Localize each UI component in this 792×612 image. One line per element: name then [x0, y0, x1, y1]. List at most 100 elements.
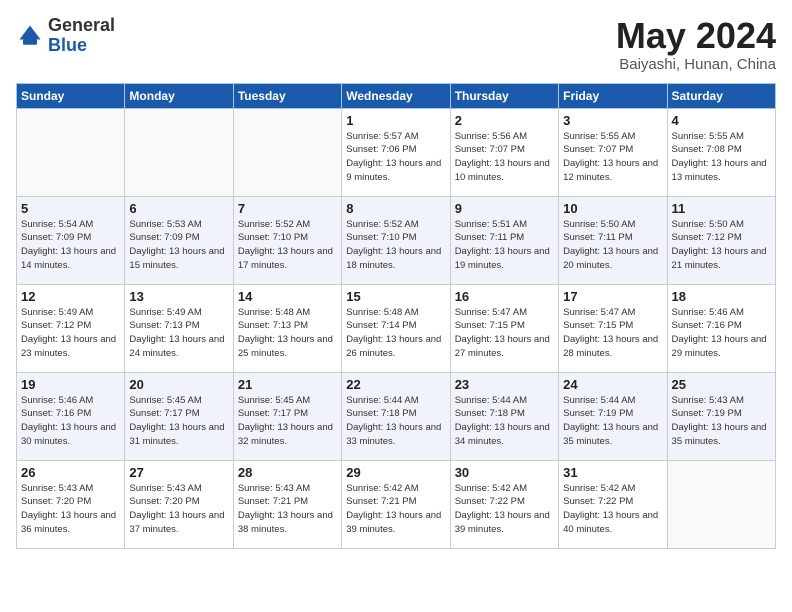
day-number: 12: [21, 289, 120, 304]
day-info: Sunrise: 5:51 AM Sunset: 7:11 PM Dayligh…: [455, 218, 554, 273]
calendar-cell: 7 Sunrise: 5:52 AM Sunset: 7:10 PM Daylig…: [233, 196, 341, 284]
weekday-header: Saturday: [667, 83, 775, 108]
calendar-cell: 14 Sunrise: 5:48 AM Sunset: 7:13 PM Dayli…: [233, 284, 341, 372]
calendar-cell: 31 Sunrise: 5:42 AM Sunset: 7:22 PM Dayli…: [559, 460, 667, 548]
day-number: 18: [672, 289, 771, 304]
page-header: General Blue May 2024 Baiyashi, Hunan, C…: [16, 16, 776, 73]
day-info: Sunrise: 5:43 AM Sunset: 7:21 PM Dayligh…: [238, 482, 337, 537]
day-number: 25: [672, 377, 771, 392]
day-info: Sunrise: 5:42 AM Sunset: 7:22 PM Dayligh…: [563, 482, 662, 537]
calendar-cell: 24 Sunrise: 5:44 AM Sunset: 7:19 PM Dayli…: [559, 372, 667, 460]
day-info: Sunrise: 5:46 AM Sunset: 7:16 PM Dayligh…: [21, 394, 120, 449]
calendar-cell: 22 Sunrise: 5:44 AM Sunset: 7:18 PM Dayli…: [342, 372, 450, 460]
calendar-cell: [667, 460, 775, 548]
day-number: 24: [563, 377, 662, 392]
day-info: Sunrise: 5:52 AM Sunset: 7:10 PM Dayligh…: [238, 218, 337, 273]
calendar-cell: 2 Sunrise: 5:56 AM Sunset: 7:07 PM Daylig…: [450, 108, 558, 196]
day-info: Sunrise: 5:43 AM Sunset: 7:20 PM Dayligh…: [21, 482, 120, 537]
day-info: Sunrise: 5:49 AM Sunset: 7:13 PM Dayligh…: [129, 306, 228, 361]
calendar-cell: 10Sunrise: 5:50 AM Sunset: 7:11 PM Dayli…: [559, 196, 667, 284]
day-info: Sunrise: 5:42 AM Sunset: 7:21 PM Dayligh…: [346, 482, 445, 537]
calendar-cell: 5 Sunrise: 5:54 AM Sunset: 7:09 PM Daylig…: [17, 196, 125, 284]
day-number: 21: [238, 377, 337, 392]
logo-general-text: General: [48, 16, 115, 36]
calendar-cell: 3Sunrise: 5:55 AM Sunset: 7:07 PM Daylig…: [559, 108, 667, 196]
calendar-cell: 9 Sunrise: 5:51 AM Sunset: 7:11 PM Daylig…: [450, 196, 558, 284]
calendar-cell: 21 Sunrise: 5:45 AM Sunset: 7:17 PM Dayli…: [233, 372, 341, 460]
calendar-week-row: 26 Sunrise: 5:43 AM Sunset: 7:20 PM Dayli…: [17, 460, 776, 548]
calendar-cell: 17 Sunrise: 5:47 AM Sunset: 7:15 PM Dayli…: [559, 284, 667, 372]
day-number: 22: [346, 377, 445, 392]
calendar-cell: [17, 108, 125, 196]
day-info: Sunrise: 5:47 AM Sunset: 7:15 PM Dayligh…: [563, 306, 662, 361]
day-info: Sunrise: 5:48 AM Sunset: 7:14 PM Dayligh…: [346, 306, 445, 361]
day-info: Sunrise: 5:52 AM Sunset: 7:10 PM Dayligh…: [346, 218, 445, 273]
calendar-cell: 12Sunrise: 5:49 AM Sunset: 7:12 PM Dayli…: [17, 284, 125, 372]
day-number: 14: [238, 289, 337, 304]
day-info: Sunrise: 5:53 AM Sunset: 7:09 PM Dayligh…: [129, 218, 228, 273]
day-number: 23: [455, 377, 554, 392]
calendar-title: May 2024: [616, 16, 776, 56]
day-info: Sunrise: 5:50 AM Sunset: 7:12 PM Dayligh…: [672, 218, 771, 273]
calendar-subtitle: Baiyashi, Hunan, China: [616, 56, 776, 73]
day-number: 9: [455, 201, 554, 216]
day-info: Sunrise: 5:45 AM Sunset: 7:17 PM Dayligh…: [129, 394, 228, 449]
day-number: 10: [563, 201, 662, 216]
calendar-cell: 27 Sunrise: 5:43 AM Sunset: 7:20 PM Dayli…: [125, 460, 233, 548]
day-info: Sunrise: 5:56 AM Sunset: 7:07 PM Dayligh…: [455, 130, 554, 185]
day-info: Sunrise: 5:45 AM Sunset: 7:17 PM Dayligh…: [238, 394, 337, 449]
calendar-cell: 23 Sunrise: 5:44 AM Sunset: 7:18 PM Dayli…: [450, 372, 558, 460]
day-info: Sunrise: 5:44 AM Sunset: 7:18 PM Dayligh…: [346, 394, 445, 449]
day-number: 7: [238, 201, 337, 216]
calendar-cell: [125, 108, 233, 196]
calendar-cell: 1Sunrise: 5:57 AM Sunset: 7:06 PM Daylig…: [342, 108, 450, 196]
day-number: 19: [21, 377, 120, 392]
day-number: 13: [129, 289, 228, 304]
calendar-week-row: 1Sunrise: 5:57 AM Sunset: 7:06 PM Daylig…: [17, 108, 776, 196]
logo-icon: [16, 22, 44, 50]
day-info: Sunrise: 5:43 AM Sunset: 7:20 PM Dayligh…: [129, 482, 228, 537]
day-info: Sunrise: 5:43 AM Sunset: 7:19 PM Dayligh…: [672, 394, 771, 449]
calendar-cell: 15 Sunrise: 5:48 AM Sunset: 7:14 PM Dayli…: [342, 284, 450, 372]
day-number: 16: [455, 289, 554, 304]
day-info: Sunrise: 5:42 AM Sunset: 7:22 PM Dayligh…: [455, 482, 554, 537]
weekday-header: Friday: [559, 83, 667, 108]
day-info: Sunrise: 5:54 AM Sunset: 7:09 PM Dayligh…: [21, 218, 120, 273]
weekday-header: Tuesday: [233, 83, 341, 108]
calendar-cell: 16 Sunrise: 5:47 AM Sunset: 7:15 PM Dayli…: [450, 284, 558, 372]
calendar-cell: 25 Sunrise: 5:43 AM Sunset: 7:19 PM Dayli…: [667, 372, 775, 460]
day-info: Sunrise: 5:44 AM Sunset: 7:19 PM Dayligh…: [563, 394, 662, 449]
calendar-cell: 4Sunrise: 5:55 AM Sunset: 7:08 PM Daylig…: [667, 108, 775, 196]
day-number: 28: [238, 465, 337, 480]
calendar-cell: 13 Sunrise: 5:49 AM Sunset: 7:13 PM Dayli…: [125, 284, 233, 372]
weekday-header-row: SundayMondayTuesdayWednesdayThursdayFrid…: [17, 83, 776, 108]
weekday-header: Sunday: [17, 83, 125, 108]
day-info: Sunrise: 5:44 AM Sunset: 7:18 PM Dayligh…: [455, 394, 554, 449]
day-number: 15: [346, 289, 445, 304]
calendar-week-row: 19 Sunrise: 5:46 AM Sunset: 7:16 PM Dayli…: [17, 372, 776, 460]
weekday-header: Monday: [125, 83, 233, 108]
calendar-cell: 8 Sunrise: 5:52 AM Sunset: 7:10 PM Daylig…: [342, 196, 450, 284]
calendar-cell: 11 Sunrise: 5:50 AM Sunset: 7:12 PM Dayli…: [667, 196, 775, 284]
day-info: Sunrise: 5:48 AM Sunset: 7:13 PM Dayligh…: [238, 306, 337, 361]
day-number: 1: [346, 113, 445, 128]
day-number: 31: [563, 465, 662, 480]
day-info: Sunrise: 5:46 AM Sunset: 7:16 PM Dayligh…: [672, 306, 771, 361]
calendar-cell: 6 Sunrise: 5:53 AM Sunset: 7:09 PM Daylig…: [125, 196, 233, 284]
logo: General Blue: [16, 16, 115, 56]
day-number: 27: [129, 465, 228, 480]
day-number: 30: [455, 465, 554, 480]
calendar-cell: 30 Sunrise: 5:42 AM Sunset: 7:22 PM Dayli…: [450, 460, 558, 548]
calendar-cell: 26 Sunrise: 5:43 AM Sunset: 7:20 PM Dayli…: [17, 460, 125, 548]
day-number: 6: [129, 201, 228, 216]
day-number: 29: [346, 465, 445, 480]
day-number: 5: [21, 201, 120, 216]
day-number: 11: [672, 201, 771, 216]
day-number: 4: [672, 113, 771, 128]
day-number: 2: [455, 113, 554, 128]
day-number: 8: [346, 201, 445, 216]
day-info: Sunrise: 5:47 AM Sunset: 7:15 PM Dayligh…: [455, 306, 554, 361]
day-number: 3: [563, 113, 662, 128]
day-number: 17: [563, 289, 662, 304]
day-number: 26: [21, 465, 120, 480]
